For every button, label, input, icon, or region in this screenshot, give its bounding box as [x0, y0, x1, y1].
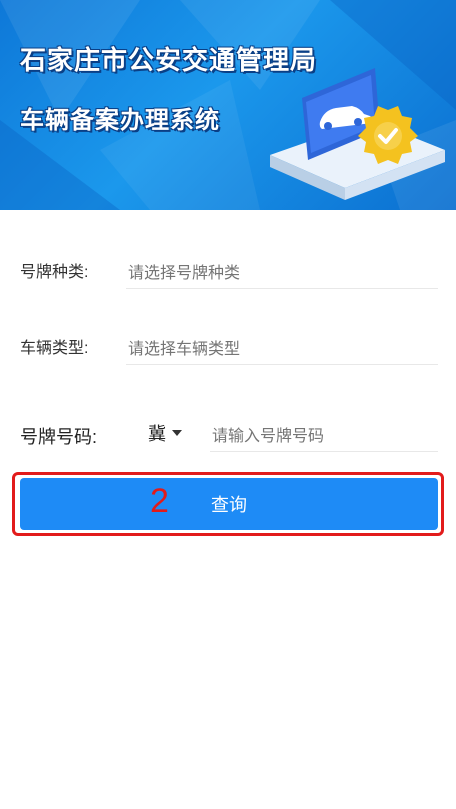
header-banner: 石家庄市公安交通管理局 车辆备案办理系统	[0, 0, 456, 210]
query-button[interactable]: 查询	[20, 478, 438, 530]
province-prefix-select[interactable]: 冀	[148, 420, 182, 446]
caret-down-icon	[172, 430, 182, 436]
vehicle-certificate-illustration	[270, 68, 445, 200]
plate-type-label: 号牌种类:	[20, 264, 89, 281]
plate-number-input[interactable]	[210, 423, 438, 452]
vehicle-type-select[interactable]	[126, 336, 438, 365]
plate-type-select[interactable]	[126, 260, 438, 289]
banner-subtitle: 车辆备案办理系统	[20, 106, 220, 134]
annotation-step-number: 2	[150, 482, 169, 520]
province-prefix-value: 冀	[148, 424, 166, 444]
plate-number-label: 号牌号码:	[20, 427, 98, 447]
vehicle-type-label: 车辆类型:	[20, 340, 89, 357]
